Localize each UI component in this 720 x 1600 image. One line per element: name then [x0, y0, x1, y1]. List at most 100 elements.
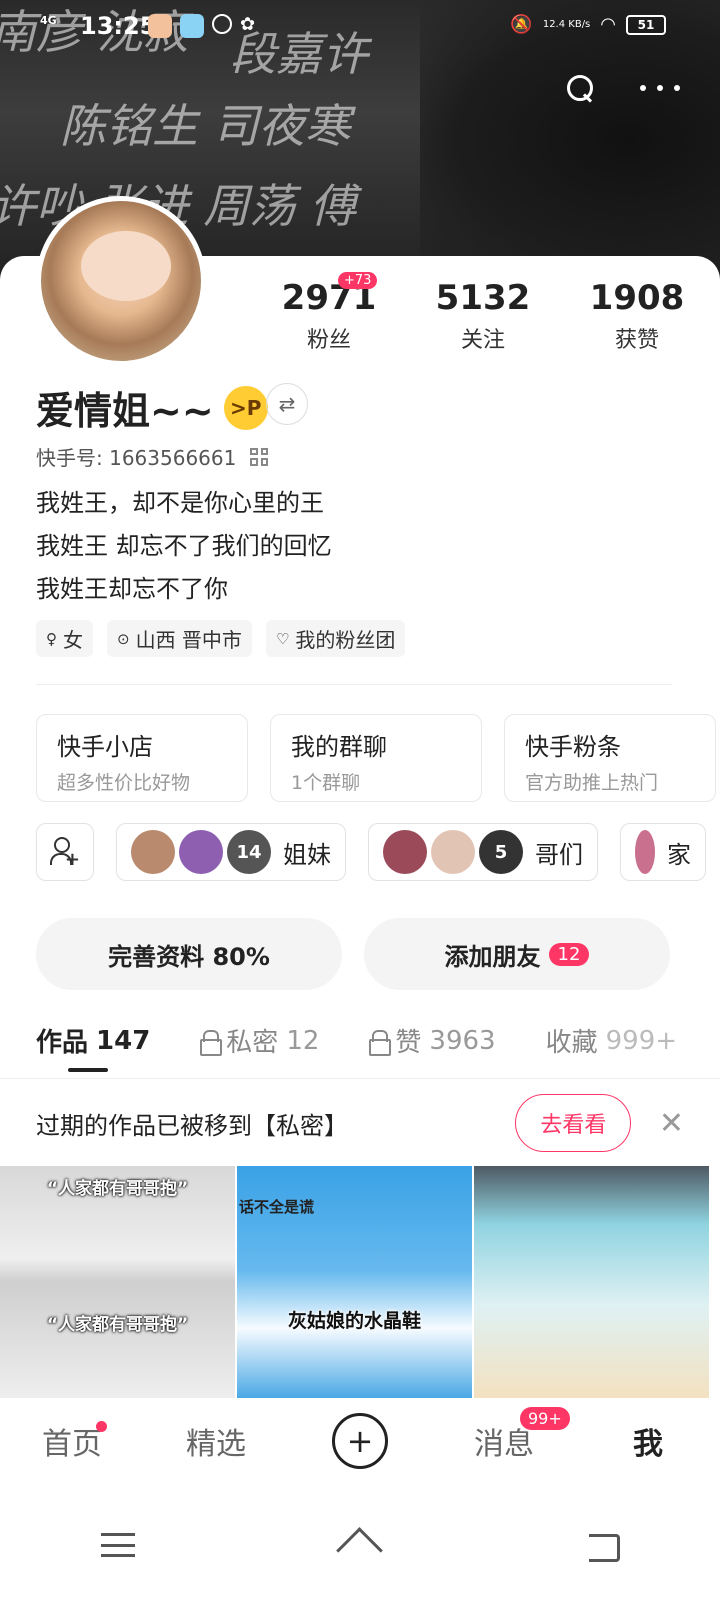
group-brothers[interactable]: 5 哥们 — [368, 823, 598, 881]
tab-works[interactable]: 作品 147 — [36, 1022, 150, 1072]
squinting-tongue-emoji-icon: >P — [223, 385, 268, 430]
top-actions — [564, 72, 680, 104]
video-grid: “人家都有哥哥抱” “人家都有哥哥抱” 话不全是谎 灰姑娘的水晶鞋 — [0, 1166, 720, 1398]
feature-subtitle: 1个群聊 — [291, 772, 361, 794]
search-icon[interactable] — [564, 72, 596, 104]
video-caption: 话不全是谎 — [239, 1198, 315, 1216]
group-family[interactable]: 家 — [620, 823, 706, 881]
group-label: 家 — [667, 840, 691, 869]
group-label: 姐妹 — [283, 840, 331, 869]
app-notification-icon — [212, 14, 232, 34]
unread-dot — [96, 1421, 107, 1432]
tab-private[interactable]: 私密 12 — [200, 1022, 319, 1059]
notification-icons: ✿ — [148, 14, 264, 38]
mute-icon: 🔕 — [510, 14, 533, 35]
add-friends-button[interactable]: 添加朋友 12 — [364, 918, 670, 990]
avatar[interactable] — [36, 196, 206, 366]
nav-label: 精选 — [186, 1427, 246, 1462]
member-avatar — [179, 830, 223, 874]
tag-location: ⊙ 山西 晋中市 — [107, 620, 252, 657]
nickname-text: 爱情姐~~ — [36, 389, 214, 433]
feature-title: 我的群聊 — [291, 733, 387, 761]
member-count-avatar: 5 — [479, 830, 523, 874]
tab-count: 12 — [286, 1025, 320, 1056]
video-thumbnail[interactable]: “人家都有哥哥抱” “人家都有哥哥抱” — [0, 1166, 235, 1398]
profile-tags: ♀ 女 ⊙ 山西 晋中市 ♡ 我的粉丝团 — [36, 620, 406, 657]
group-sisters[interactable]: 14 姐妹 — [116, 823, 346, 881]
qr-code-icon[interactable] — [250, 447, 269, 466]
profile-actions: 完善资料 80% 添加朋友 12 — [36, 918, 670, 990]
nav-label: 我 — [633, 1427, 663, 1462]
app-notification-icon — [148, 14, 172, 38]
message-count-badge: 99+ — [518, 1405, 572, 1432]
expired-notice: 过期的作品已被移到【私密】 去看看 ✕ — [0, 1080, 720, 1166]
stat-number: 2971 — [281, 278, 377, 318]
nickname: 爱情姐~~ >P — [36, 380, 268, 435]
tag-label: 女 — [63, 628, 83, 652]
button-label: 添加朋友 — [444, 942, 541, 971]
lock-icon — [369, 1029, 392, 1056]
tag-label: 我的粉丝团 — [295, 628, 396, 652]
tab-label: 收藏 — [545, 1028, 598, 1058]
nav-me[interactable]: 我 — [576, 1419, 720, 1463]
stat-label: 关注 — [460, 328, 505, 353]
member-count-avatar: 14 — [227, 830, 271, 874]
tab-count: 3963 — [429, 1025, 496, 1056]
nav-messages[interactable]: 消息 99+ — [432, 1405, 576, 1463]
feature-shop[interactable]: 快手小店 超多性价比好物 — [36, 714, 248, 802]
status-right: 🔕 12.4 KB/s ◠ 51 — [510, 14, 666, 35]
female-icon: ♀ — [46, 629, 57, 648]
count-badge: 12 — [548, 942, 590, 966]
video-caption: “人家都有哥哥抱” — [46, 1315, 189, 1335]
tab-liked[interactable]: 赞 3963 — [369, 1022, 496, 1059]
member-avatar — [635, 830, 655, 874]
stat-label: 粉丝 — [306, 328, 351, 353]
feature-subtitle: 超多性价比好物 — [57, 772, 191, 794]
video-thumbnail[interactable]: 话不全是谎 灰姑娘的水晶鞋 — [237, 1166, 472, 1398]
nav-label: 首页 — [42, 1427, 102, 1462]
stat-likes[interactable]: 1908 获赞 — [560, 276, 714, 354]
feature-promotion[interactable]: 快手粉条 官方助推上热门 — [504, 714, 716, 802]
divider — [0, 1078, 720, 1079]
add-friend-button[interactable]: + — [36, 823, 94, 881]
tab-label: 作品 — [36, 1028, 89, 1058]
banner-decoration: 陈铭生 司夜寒 — [60, 99, 351, 153]
group-label: 哥们 — [535, 840, 583, 869]
video-thumbnail[interactable] — [474, 1166, 709, 1398]
home-icon[interactable] — [337, 1530, 383, 1560]
feature-cards: 快手小店 超多性价比好物 我的群聊 1个群聊 快手粉条 官方助推上热门 — [36, 714, 716, 802]
nav-create[interactable]: + — [288, 1413, 432, 1469]
notice-text: 过期的作品已被移到【私密】 — [36, 1111, 348, 1140]
switch-account-button[interactable]: ⇄ — [266, 383, 308, 425]
tag-gender: ♀ 女 — [36, 620, 93, 657]
wechat-icon: ✿ — [240, 14, 256, 35]
bio-line: 我姓王，却不是你心里的王 — [36, 489, 324, 517]
complete-profile-button[interactable]: 完善资料 80% — [36, 918, 342, 990]
clock: 13:25 — [80, 12, 157, 40]
tag-fan-club[interactable]: ♡ 我的粉丝团 — [265, 620, 406, 657]
video-caption: 灰姑娘的水晶鞋 — [287, 1310, 421, 1332]
nav-featured[interactable]: 精选 — [144, 1419, 288, 1463]
tag-label: 山西 晋中市 — [135, 628, 242, 652]
more-icon[interactable] — [640, 72, 680, 104]
stat-followers[interactable]: 2971 粉丝 +73 — [252, 272, 406, 354]
menu-icon[interactable] — [101, 1533, 135, 1557]
member-avatar — [431, 830, 475, 874]
stat-following[interactable]: 5132 关注 — [406, 276, 560, 354]
stat-number: 1908 — [589, 278, 685, 318]
bio-line: 我姓王却忘不了你 — [36, 575, 228, 603]
view-button[interactable]: 去看看 — [515, 1094, 632, 1152]
nav-home[interactable]: 首页 — [0, 1419, 144, 1463]
tab-label: 赞 — [395, 1028, 422, 1058]
friend-groups: + 14 姐妹 5 哥们 家 — [36, 823, 706, 881]
close-icon[interactable]: ✕ — [659, 1106, 684, 1141]
stat-number: 5132 — [435, 278, 531, 318]
network-indicator: 4G — [40, 14, 57, 27]
feature-group-chat[interactable]: 我的群聊 1个群聊 — [270, 714, 482, 802]
tab-favorites[interactable]: 收藏 999+ — [546, 1022, 677, 1059]
user-id[interactable]: 快手号: 1663566661 — [36, 442, 269, 471]
user-id-text: 快手号: 1663566661 — [36, 446, 237, 470]
plus-icon[interactable]: + — [332, 1413, 388, 1469]
back-icon[interactable] — [585, 1532, 620, 1562]
member-avatar — [383, 830, 427, 874]
